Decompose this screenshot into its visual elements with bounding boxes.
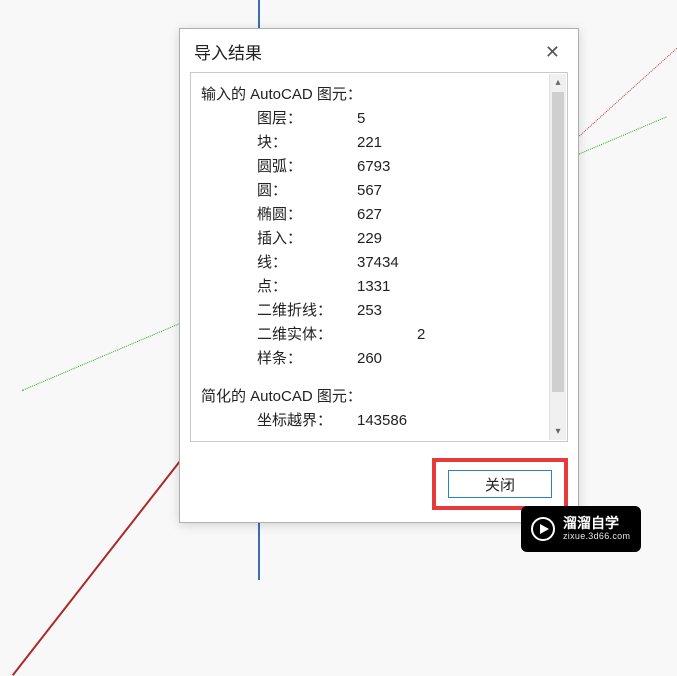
results-text-area: 输入的 AutoCAD 图元： 图层：5 块：221 圆弧：6793 圆：567… xyxy=(190,72,568,442)
row-points: 点：1331 xyxy=(257,275,559,299)
row-splines: 样条：260 xyxy=(257,347,559,371)
section-imported-title: 输入的 AutoCAD 图元： xyxy=(201,83,559,107)
close-icon[interactable]: ✕ xyxy=(539,41,566,63)
row-coords-out: 坐标越界：143586 xyxy=(257,409,559,433)
watermark-title: 溜溜自学 xyxy=(563,516,630,531)
row-lines: 线：37434 xyxy=(257,251,559,275)
watermark-text: 溜溜自学 zixue.3d66.com xyxy=(563,516,630,541)
dialog-titlebar: 导入结果 ✕ xyxy=(180,29,578,72)
row-inserts: 插入：229 xyxy=(257,227,559,251)
section-simplified-title: 简化的 AutoCAD 图元： xyxy=(201,385,559,409)
row-solids: 二维实体：2 xyxy=(257,323,559,347)
import-results-dialog: 导入结果 ✕ 输入的 AutoCAD 图元： 图层：5 块：221 圆弧：679… xyxy=(179,28,579,523)
row-layers: 图层：5 xyxy=(257,107,559,131)
dialog-content-wrap: 输入的 AutoCAD 图元： 图层：5 块：221 圆弧：6793 圆：567… xyxy=(180,72,578,450)
annotation-highlight: 关闭 xyxy=(432,458,568,510)
close-button-label: 关闭 xyxy=(485,474,515,495)
watermark-badge: 溜溜自学 zixue.3d66.com xyxy=(521,506,641,552)
play-icon xyxy=(531,517,555,541)
close-button[interactable]: 关闭 xyxy=(448,470,552,498)
dialog-title: 导入结果 xyxy=(194,39,262,64)
row-blocks: 块：221 xyxy=(257,131,559,155)
scroll-down-icon[interactable]: ▾ xyxy=(550,423,566,440)
watermark-subtitle: zixue.3d66.com xyxy=(563,532,630,542)
row-arcs: 圆弧：6793 xyxy=(257,155,559,179)
scroll-thumb[interactable] xyxy=(552,92,564,392)
scroll-up-icon[interactable]: ▴ xyxy=(550,74,566,91)
dialog-button-row: 关闭 xyxy=(180,450,578,522)
scrollbar[interactable]: ▴ ▾ xyxy=(549,74,566,440)
row-circles: 圆：567 xyxy=(257,179,559,203)
row-ellipses: 椭圆：627 xyxy=(257,203,559,227)
row-polylines: 二维折线：253 xyxy=(257,299,559,323)
